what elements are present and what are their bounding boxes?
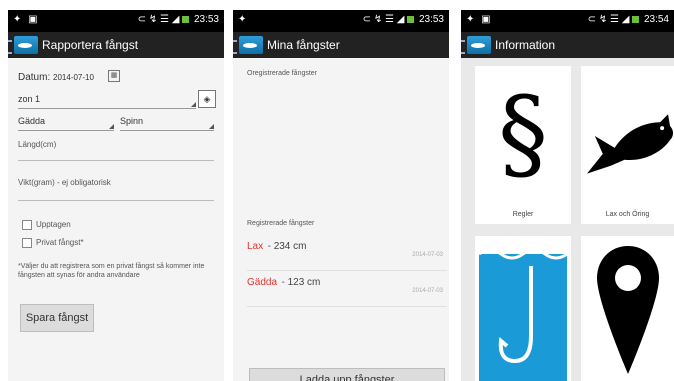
status-bar: ✦ ▣ ⊂ ↯ ☰ ◢ 23:53 [8,10,224,32]
screen-title: Mina fångster [267,38,340,52]
spinner-arrow-icon [209,124,214,129]
calendar-icon[interactable]: ▦ [108,70,120,82]
length-input[interactable] [18,160,214,161]
notification-icons: ✦ ▣ [466,14,493,25]
catch-size: 234 cm [273,241,307,252]
weight-label: Vikt(gram) - ej obligatorisk [18,178,111,187]
phone-screen-my-catches: ✦ ⊂ ↯ ☰ ◢ 23:53 Mina fångster Oregistrer… [233,10,449,381]
notification-icons: ✦ [238,14,249,25]
action-bar[interactable]: Rapportera fångst [8,32,224,58]
tile-rules[interactable]: § Regler [475,66,571,224]
tile-label: Lax och Öring [605,211,650,218]
tile-map[interactable] [581,236,674,381]
status-bar: ✦ ⊂ ↯ ☰ ◢ 23:53 [233,10,449,32]
app-logo-icon[interactable] [467,36,491,54]
species-value: Gädda [18,116,46,126]
app-logo-icon[interactable] [239,36,263,54]
unregistered-header: Oregistrerade fångster [247,70,318,77]
drawer-icon[interactable] [461,40,465,54]
wifi-icon: ⊂ ↯ ☰ ◢ [137,14,180,25]
private-checkbox[interactable] [22,238,32,248]
action-bar[interactable]: Mina fångster [233,32,449,58]
status-right: ⊂ ↯ ☰ ◢ 23:54 [588,14,669,25]
catch-item[interactable]: Lax - 234 cm 2014-07-03 [247,236,447,271]
save-catch-button[interactable]: Spara fångst [20,304,94,332]
taken-checkbox[interactable] [22,220,32,230]
tile-label: Regler [512,211,534,218]
battery-icon [632,15,640,23]
fish-icon [586,114,674,174]
taken-label: Upptagen [36,220,71,229]
wifi-icon: ⊂ ↯ ☰ ◢ [362,14,405,25]
drawer-icon[interactable] [233,40,237,54]
screen-title: Information [495,38,556,52]
date-label: Datum: [18,72,51,83]
phone-screen-information: ✦ ▣ ⊂ ↯ ☰ ◢ 23:54 Information § Regler L… [461,10,674,381]
status-bar: ✦ ▣ ⊂ ↯ ☰ ◢ 23:54 [461,10,674,32]
clock: 23:53 [418,14,444,25]
zone-spinner[interactable]: zon 1 [18,94,196,109]
registered-header: Registrerade fångster [247,220,315,227]
notification-icons: ✦ ▣ [13,14,40,25]
catch-date: 2014-07-03 [412,288,443,294]
clock: 23:53 [193,14,219,25]
clock: 23:54 [643,14,669,25]
status-right: ⊂ ↯ ☰ ◢ 23:53 [138,14,219,25]
upload-catches-button[interactable]: Ladda upp fångster [249,368,445,381]
catch-item[interactable]: Gädda - 123 cm 2014-07-03 [247,272,447,307]
date-value[interactable]: 2014-07-10 [53,73,94,82]
zone-value: zon 1 [18,94,41,104]
app-logo-icon[interactable] [14,36,38,54]
section-sign-icon: § [498,75,548,192]
catch-species: Gädda [247,277,278,288]
method-spinner[interactable]: Spinn [120,116,214,131]
battery-icon [182,15,190,23]
length-label: Längd(cm) [18,140,57,149]
action-bar[interactable]: Information [461,32,674,58]
catch-size: 123 cm [287,277,321,288]
battery-icon [407,15,415,23]
drawer-icon[interactable] [8,40,12,54]
status-right: ⊂ ↯ ☰ ◢ 23:53 [363,14,444,25]
date-row: Datum: 2014-07-10 [18,72,94,83]
spinner-arrow-icon [191,102,196,107]
fishhook-icon [478,248,568,381]
map-pin-icon [597,246,659,374]
catch-date: 2014-07-03 [412,252,443,258]
species-spinner[interactable]: Gädda [18,116,114,131]
weight-input[interactable] [18,200,214,201]
private-note: *Väljer du att registrera som en privat … [18,263,205,279]
catch-species: Lax [247,241,264,252]
screen-title: Rapportera fångst [42,38,139,52]
private-label: Privat fångst* [36,238,84,247]
map-location-icon[interactable]: ◈ [198,90,216,108]
wifi-icon: ⊂ ↯ ☰ ◢ [587,14,630,25]
spinner-arrow-icon [109,124,114,129]
tile-salmon-trout[interactable]: Lax och Öring [581,66,674,224]
phone-screen-report: ✦ ▣ ⊂ ↯ ☰ ◢ 23:53 Rapportera fångst Datu… [8,10,224,381]
tile-fishing[interactable] [475,236,571,381]
method-value: Spinn [120,116,144,126]
